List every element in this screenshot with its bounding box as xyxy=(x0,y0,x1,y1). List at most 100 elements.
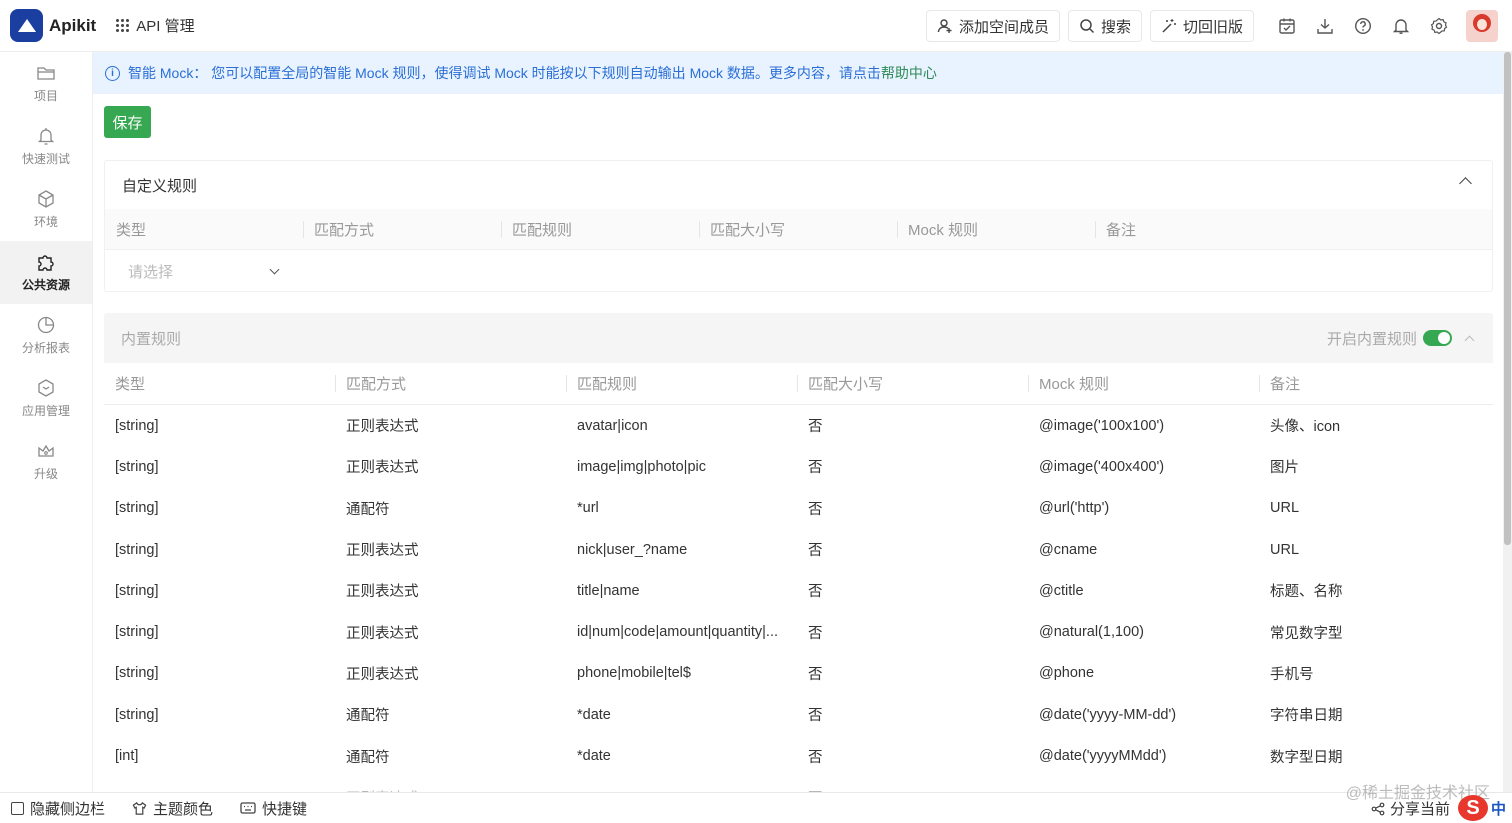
cell-type: [string] xyxy=(115,624,159,641)
cell-remark: 标题、名称 xyxy=(1270,584,1343,601)
cell-case-sensitive: 否 xyxy=(808,419,823,436)
cell-remark: 常见数字型 xyxy=(1270,625,1343,642)
api-management-menu[interactable]: API 管理 xyxy=(116,15,195,36)
bell-icon xyxy=(37,128,55,145)
folder-icon xyxy=(37,67,55,80)
ime-mode-label: 中 xyxy=(1490,800,1506,818)
hexagon-icon xyxy=(38,379,54,397)
table-row[interactable]: [string] 正则表达式 avatar|icon 否 @image('100x100… xyxy=(104,405,1493,446)
cell-case-sensitive: 否 xyxy=(808,501,823,518)
cell-type: [string] xyxy=(115,582,159,599)
cell-type: [string] xyxy=(115,665,159,682)
cell-remark: 头像、icon xyxy=(1270,419,1341,436)
sidebar-item-label: 公共资源 xyxy=(21,278,70,292)
custom-rules-title: 自定义规则 xyxy=(122,177,198,195)
chevron-down-icon xyxy=(269,264,280,274)
cell-match-rule: *url xyxy=(577,500,599,517)
cell-match-mode: 正则表达式 xyxy=(346,584,419,601)
type-select[interactable]: 请选择 xyxy=(128,261,280,282)
cell-match-mode: 正则表达式 xyxy=(346,460,419,477)
cell-type: [string] xyxy=(115,541,159,558)
cell-mock-rule: @date('yyyy-MM-dd') xyxy=(1039,706,1177,723)
sidebar-item-projects[interactable]: 项目 xyxy=(0,52,92,115)
builtin-toggle-label: 开启内置规则 xyxy=(1326,330,1417,348)
vertical-scrollbar[interactable] xyxy=(1503,52,1512,792)
table-row[interactable]: [string] 正则表达式 id|num|code|amount|quantity… xyxy=(104,611,1493,652)
shortcuts-button[interactable]: 快捷键 xyxy=(240,798,307,819)
pie-chart-icon xyxy=(37,316,55,334)
logo[interactable]: Apikit xyxy=(10,9,96,42)
collapse-chevron-icon[interactable] xyxy=(1459,177,1472,190)
switch-old-version-button[interactable]: 切回旧版 xyxy=(1149,10,1254,42)
scrollbar-thumb[interactable] xyxy=(1504,52,1511,545)
user-avatar[interactable] xyxy=(1466,10,1498,42)
calendar-icon[interactable] xyxy=(1275,14,1299,38)
hide-sidebar-button[interactable]: 隐藏侧边栏 xyxy=(11,798,105,819)
help-center-link[interactable]: 帮助中心 xyxy=(881,63,937,83)
notice-text: 智能 Mock： 您可以配置全局的智能 Mock 规则，使得调试 Mock 时能… xyxy=(128,65,881,81)
switch-old-label: 切回旧版 xyxy=(1182,18,1243,36)
cell-remark: 图片 xyxy=(1270,460,1299,477)
cell-match-mode: 通配符 xyxy=(346,749,390,766)
hide-sidebar-label: 隐藏侧边栏 xyxy=(30,800,106,818)
cell-match-mode: 正则表达式 xyxy=(346,625,419,642)
sidebar-item-label: 应用管理 xyxy=(21,404,70,418)
table-row[interactable]: [string] 正则表达式 nick|user_?name 否 @cname URL xyxy=(104,529,1493,570)
cell-case-sensitive: 否 xyxy=(808,625,823,642)
sidebar-item-analytics[interactable]: 分析报表 xyxy=(0,304,92,367)
cell-remark: URL xyxy=(1270,541,1300,558)
cell-type: [string] xyxy=(115,500,159,517)
cell-mock-rule: @image('400x400') xyxy=(1039,458,1165,475)
builtin-rules-panel: 内置规则 开启内置规则 类型 匹配方式 匹配规则 匹配大小写 Mock 规则 备… xyxy=(104,313,1493,792)
search-button[interactable]: 搜索 xyxy=(1067,10,1142,42)
cell-remark: URL xyxy=(1270,500,1300,517)
table-row[interactable]: 正则表达式否 xyxy=(104,777,1493,792)
table-row[interactable]: [int] 通配符 *date 否 @date('yyyyMMdd') 数字型日期 xyxy=(104,735,1493,776)
sidebar: 项目 快速测试 环境 公共资源 分析报表 应用管理 升级 xyxy=(0,52,93,792)
column-header-case-sensitive: 匹配大小写 xyxy=(797,363,1028,405)
cell-type: [string] xyxy=(115,458,159,475)
collapse-chevron-icon[interactable] xyxy=(1464,335,1475,345)
sidebar-item-environment[interactable]: 环境 xyxy=(0,178,92,241)
notification-bell-icon[interactable] xyxy=(1389,14,1413,38)
cell-match-mode: 通配符 xyxy=(346,708,390,725)
cell-mock-rule: @date('yyyyMMdd') xyxy=(1039,748,1167,765)
builtin-rules-title: 内置规则 xyxy=(121,330,182,348)
sidebar-item-upgrade[interactable]: 升级 xyxy=(0,430,92,493)
sidebar-item-label: 项目 xyxy=(33,89,58,103)
column-header-case-sensitive: 匹配大小写 xyxy=(699,209,897,250)
help-icon[interactable] xyxy=(1351,14,1375,38)
settings-gear-icon[interactable] xyxy=(1427,14,1451,38)
column-header-match-rule: 匹配规则 xyxy=(501,209,699,250)
cell-mock-rule: @phone xyxy=(1039,665,1095,682)
sidebar-toggle-icon xyxy=(11,801,24,815)
save-button[interactable]: 保存 xyxy=(104,106,151,138)
builtin-rules-toggle[interactable] xyxy=(1423,330,1452,346)
cell-case-sensitive: 否 xyxy=(808,749,823,766)
theme-color-button[interactable]: 主题颜色 xyxy=(132,798,213,819)
builtin-rules-header[interactable]: 内置规则 开启内置规则 xyxy=(104,313,1493,363)
sogou-ime-icon: S xyxy=(1457,795,1488,821)
custom-rules-table-header: 类型 匹配方式 匹配规则 匹配大小写 Mock 规则 备注 xyxy=(105,209,1492,250)
table-row[interactable]: [string] 正则表达式 phone|mobile|tel$ 否 @phone 手机号 xyxy=(104,653,1493,694)
sidebar-item-public-resources[interactable]: 公共资源 xyxy=(0,241,92,304)
custom-rules-panel: 自定义规则 类型 匹配方式 匹配规则 匹配大小写 Mock 规则 备注 请选择 xyxy=(104,160,1493,292)
input-method-indicator[interactable]: S 中 xyxy=(1457,795,1512,821)
theme-color-label: 主题颜色 xyxy=(153,800,214,818)
column-header-mock-rule: Mock 规则 xyxy=(897,209,1095,250)
cube-icon xyxy=(38,190,54,208)
table-row[interactable]: [string] 正则表达式 title|name 否 @ctitle 标题、名称 xyxy=(104,570,1493,611)
table-row[interactable]: [string] 通配符 *date 否 @date('yyyy-MM-dd') 字符串日… xyxy=(104,694,1493,735)
add-member-button[interactable]: 添加空间成员 xyxy=(925,10,1060,42)
download-icon[interactable] xyxy=(1313,14,1337,38)
column-header-match-rule: 匹配规则 xyxy=(566,363,797,405)
column-header-mock-rule: Mock 规则 xyxy=(1028,363,1259,405)
cell-match-rule: nick|user_?name xyxy=(577,541,688,558)
sidebar-item-app-management[interactable]: 应用管理 xyxy=(0,367,92,430)
table-row[interactable]: [string] 正则表达式 image|img|photo|pic 否 @image(… xyxy=(104,446,1493,487)
main-content: i 智能 Mock： 您可以配置全局的智能 Mock 规则，使得调试 Mock … xyxy=(93,52,1503,792)
table-row[interactable]: [string] 通配符 *url 否 @url('http') URL xyxy=(104,488,1493,529)
sidebar-item-quick-test[interactable]: 快速测试 xyxy=(0,115,92,178)
custom-rules-header[interactable]: 自定义规则 xyxy=(105,161,1492,209)
share-icon xyxy=(1371,802,1385,815)
